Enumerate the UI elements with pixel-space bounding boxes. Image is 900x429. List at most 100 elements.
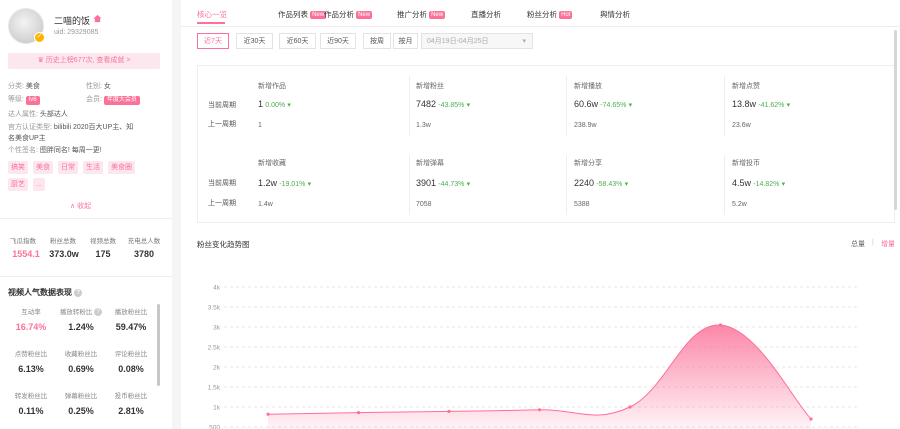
expert-label: 达人属性: <box>8 111 38 118</box>
arrow-down-icon: ▾ <box>466 181 471 188</box>
metric-value: 3901 <box>416 178 437 188</box>
cert-row: 官方认证类型: bilibili 2020百大UP主、知 <box>8 122 163 132</box>
range-month-button[interactable]: 按月 <box>393 33 418 49</box>
popularity-grid: 互动率 播放转粉比 ? 播放粉丝比 16.74% 1.24% 59.47% 点赞… <box>8 306 156 418</box>
metric-current: 3901 -44.73% ▾ <box>416 178 470 188</box>
category-value: 美食 <box>25 83 40 90</box>
divider <box>0 276 172 277</box>
tab-fans-analysis[interactable]: 粉丝分析 Hot <box>527 9 573 20</box>
tab-promo-analysis[interactable]: 推广分析 New <box>397 9 446 20</box>
tab-works-list[interactable]: 作品列表 New <box>278 9 327 20</box>
tag-item[interactable]: 日常 <box>58 161 78 174</box>
tab-label: 推广分析 <box>397 10 427 19</box>
grid-label: 点赞粉丝比 <box>14 351 48 358</box>
stat-label: 飞瓜指数 <box>10 238 36 245</box>
metric-value: 4.5w <box>732 178 752 188</box>
tabs-divider <box>181 26 900 27</box>
level-badge: lv6 <box>25 96 40 105</box>
metric-current: 1 0.00% ▾ <box>258 99 291 109</box>
fans-trend-chart: 4k 3.5k 3k 2.5k 2k 1.5k 1k 500 <box>208 285 857 429</box>
verified-badge-icon: ✓ <box>34 32 45 43</box>
category-row: 分类: 美食 <box>8 81 40 91</box>
metric-value: 7482 <box>416 99 437 109</box>
range-7d-button[interactable]: 近7天 <box>197 33 229 49</box>
metric-previous: 7058 <box>416 201 432 208</box>
metric-previous: 23.6w <box>732 122 751 129</box>
stat-label: 充电总人数 <box>127 238 161 245</box>
grid-label: 评论粉丝比 <box>114 351 148 358</box>
tag-more[interactable]: ... <box>33 178 45 191</box>
grid-value: 1.24% <box>68 322 94 332</box>
sign-row: 个性签名: 图胖同名! 每周一更! <box>8 145 102 155</box>
date-range-picker[interactable]: 04月19日-04月25日 ▾ <box>421 33 533 49</box>
info-icon[interactable]: ? <box>94 308 103 317</box>
metric-change: -41.62% <box>758 102 785 109</box>
tag-item[interactable]: 美食圈 <box>108 161 135 174</box>
metric-title: 新增分享 <box>574 160 602 167</box>
data-point[interactable] <box>537 408 542 412</box>
metric-previous: 5388 <box>574 201 590 208</box>
tag-item[interactable]: 搞笑 <box>8 161 28 174</box>
metric-title: 新增弹幕 <box>416 160 444 167</box>
tab-label: 作品分析 <box>324 10 354 19</box>
toggle-total-button[interactable]: 总量 <box>851 239 865 249</box>
achievement-banner[interactable]: ♛ 历史上榜677次, 查看成就 > <box>8 53 160 69</box>
tag-item[interactable]: 美食 <box>33 161 53 174</box>
collapse-toggle[interactable]: ∧ 收起 <box>70 201 91 211</box>
current-period-label: 当前周期 <box>208 102 236 109</box>
range-week-button[interactable]: 按周 <box>363 33 391 49</box>
tag-item[interactable]: 生活 <box>83 161 103 174</box>
chevron-down-icon: ▾ <box>522 38 526 45</box>
gender-value: 女 <box>103 83 111 90</box>
data-point[interactable] <box>266 412 270 416</box>
stat-label: 粉丝总数 <box>50 238 76 245</box>
metric-value: 1.2w <box>258 178 278 188</box>
column-divider <box>409 155 410 215</box>
y-tick-label: 500 <box>209 425 220 429</box>
cert-value-line1: bilibili 2020百大UP主、知 <box>53 124 134 131</box>
arrow-down-icon: ▾ <box>466 102 471 109</box>
metric-value: 2240 <box>574 178 595 188</box>
popularity-title: 视频人气数据表现 ? <box>8 287 83 298</box>
home-icon[interactable] <box>93 14 102 23</box>
tag-item[interactable]: 厨艺 <box>8 178 28 191</box>
popularity-title-text: 视频人气数据表现 <box>8 288 72 297</box>
data-point[interactable] <box>718 323 723 327</box>
range-30d-button[interactable]: 近30天 <box>236 33 273 49</box>
tab-core-overview[interactable]: 核心一览 <box>197 9 227 20</box>
flyindex-value: 1554.1 <box>12 249 40 259</box>
gender-row: 性别: 女 <box>86 81 111 91</box>
column-divider <box>409 76 410 136</box>
tab-works-analysis[interactable]: 作品分析 New <box>324 9 373 20</box>
info-icon[interactable]: ? <box>74 288 83 297</box>
grid-label: 互动率 <box>21 309 41 316</box>
metric-current: 60.6w -74.65% ▾ <box>574 99 632 109</box>
data-point[interactable] <box>447 409 451 413</box>
right-scrollbar[interactable] <box>894 30 897 210</box>
metric-change: -44.73% <box>438 181 465 188</box>
data-point[interactable] <box>356 411 361 415</box>
level-row: 等级: lv6 <box>8 94 40 105</box>
data-point[interactable] <box>628 405 632 409</box>
chart-title: 粉丝变化趋势图 <box>197 240 250 249</box>
metric-previous: 238.9w <box>574 122 597 129</box>
y-tick-label: 1k <box>213 405 221 412</box>
range-90d-button[interactable]: 近90天 <box>320 33 356 49</box>
grid-label: 弹幕粉丝比 <box>64 393 98 400</box>
y-tick-label: 4k <box>213 285 221 292</box>
data-point[interactable] <box>809 417 813 421</box>
date-range-text: 04月19日-04月25日 <box>427 38 489 45</box>
toggle-increment-button[interactable]: 增量 <box>881 239 895 249</box>
metric-previous: 1.3w <box>416 122 431 129</box>
range-60d-button[interactable]: 近60天 <box>279 33 316 49</box>
tab-live-analysis[interactable]: 直播分析 <box>471 9 501 20</box>
tab-label: 直播分析 <box>471 10 501 19</box>
grid-value: 0.69% <box>68 364 94 374</box>
arrow-down-icon: ▾ <box>781 181 786 188</box>
y-tick-label: 3k <box>213 325 221 332</box>
left-scrollbar[interactable] <box>157 304 160 386</box>
grid-value: 2.81% <box>118 406 144 416</box>
metric-title: 新增作品 <box>258 83 286 90</box>
metric-current: 4.5w -14.82% ▾ <box>732 178 785 188</box>
tab-opinion-analysis[interactable]: 舆情分析 <box>600 9 630 20</box>
